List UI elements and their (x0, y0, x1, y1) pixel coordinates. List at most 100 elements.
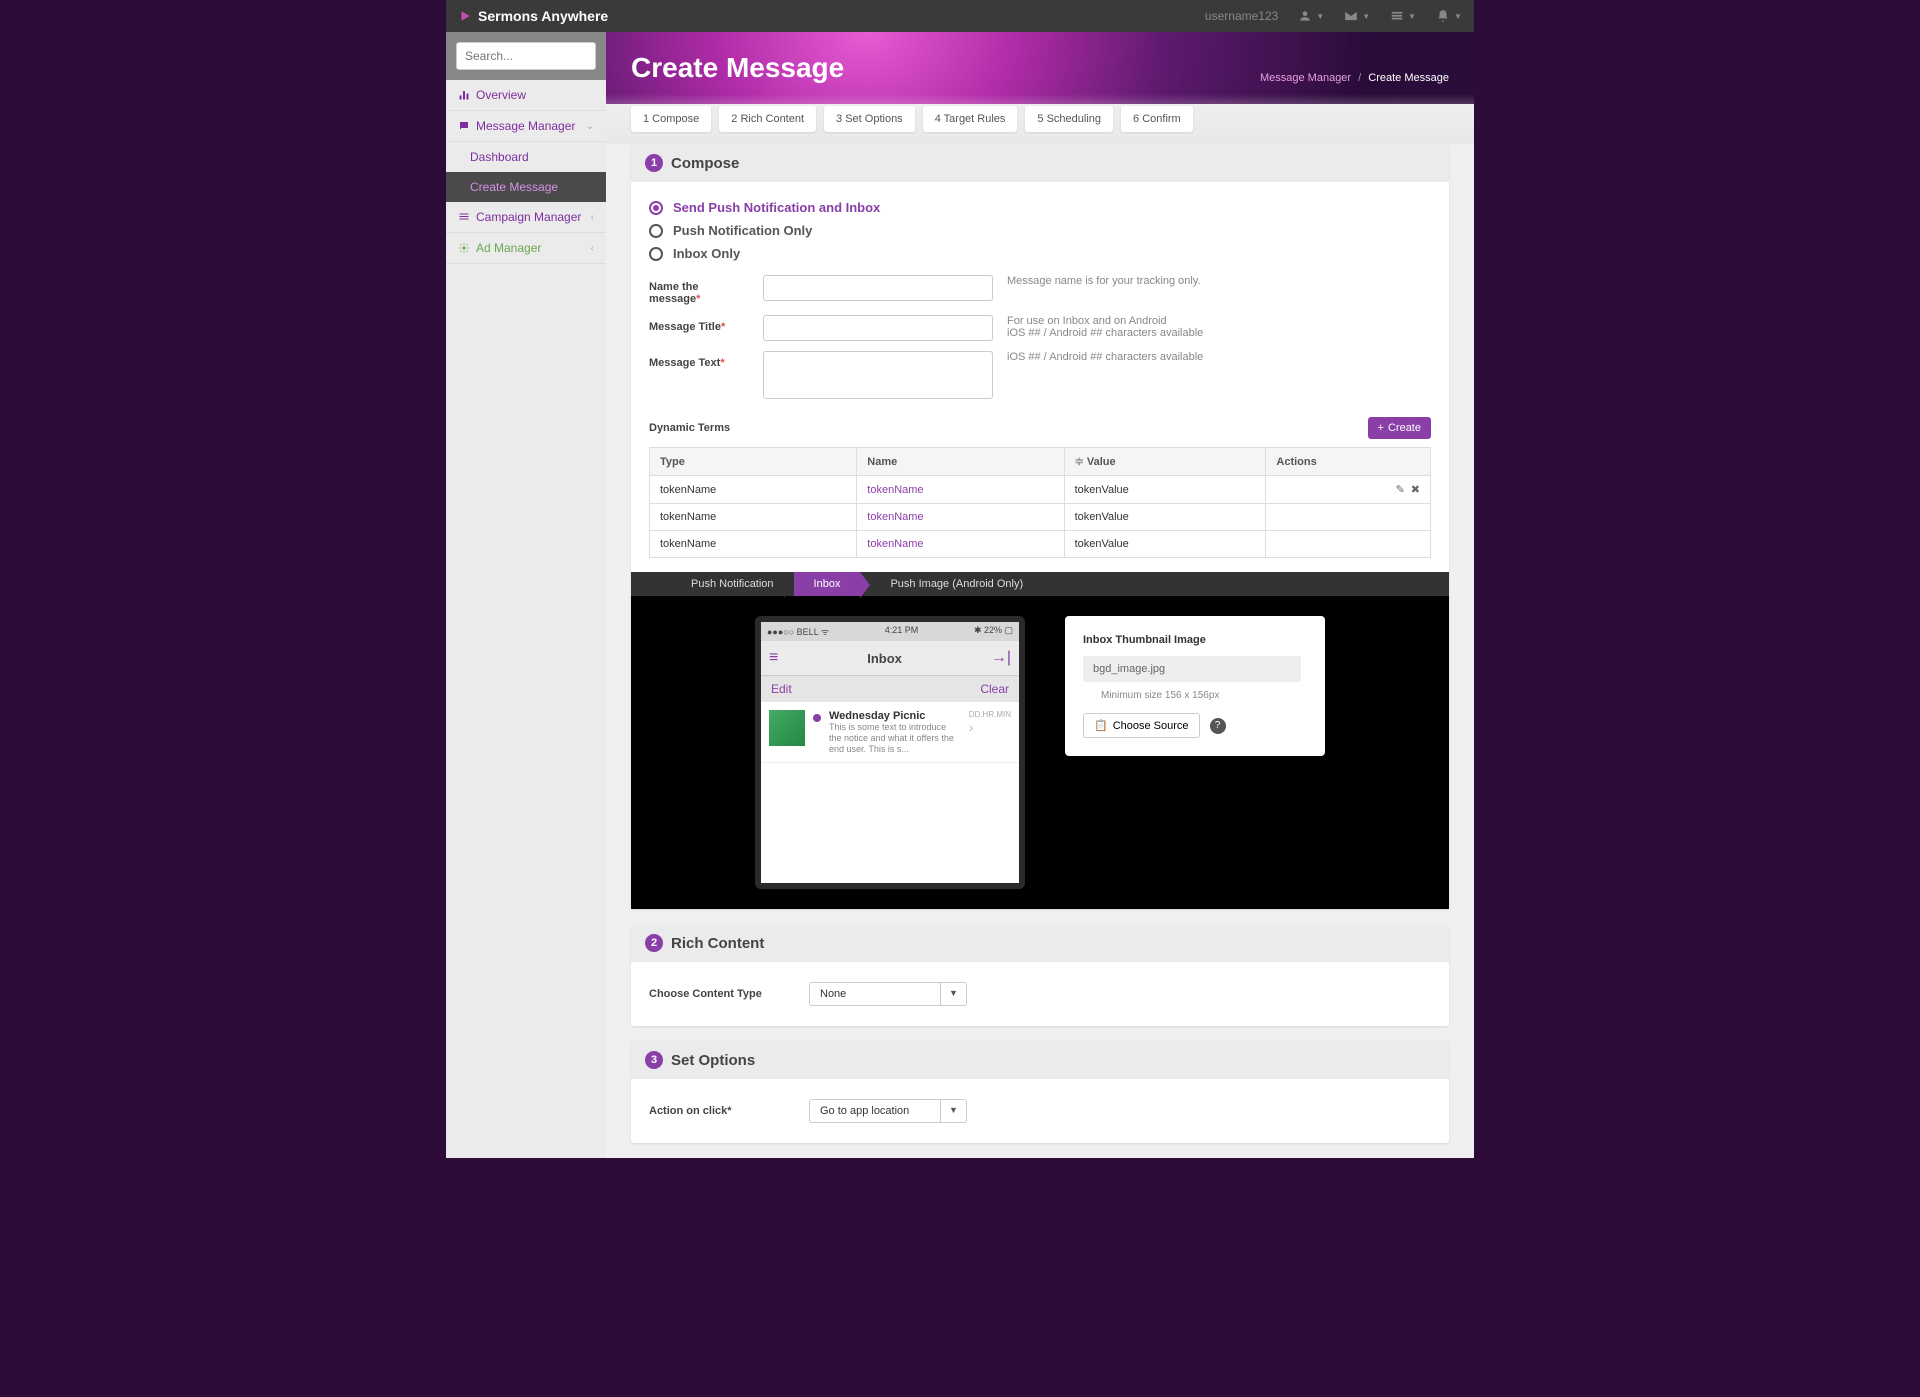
status-left: ●●●○○ BELL ᯤ (767, 625, 829, 638)
unread-dot-icon (813, 714, 821, 722)
message-text-input[interactable] (763, 351, 993, 399)
bell-menu[interactable]: ▼ (1436, 9, 1462, 23)
nav-campaign-manager-label: Campaign Manager (476, 210, 581, 224)
name-hint: Message name is for your tracking only. (1007, 275, 1431, 287)
message-title-input[interactable] (763, 315, 993, 341)
chat-icon (458, 120, 470, 132)
preview-body: ●●●○○ BELL ᯤ4:21 PM✱ 22% ▢ ≡Inbox→| Edit… (631, 596, 1449, 909)
steps: 1 Compose 2 Rich Content 3 Set Options 4… (606, 94, 1474, 144)
chevron-down-icon: ▼ (940, 983, 966, 1005)
step-compose[interactable]: 1 Compose (631, 106, 711, 132)
brand-text: Sermons Anywhere (478, 8, 608, 24)
nav-ad-manager-label: Ad Manager (476, 241, 541, 255)
brand: Sermons Anywhere (458, 8, 608, 24)
nav-create-message[interactable]: Create Message (446, 172, 606, 202)
action-click-value: Go to app location (810, 1100, 940, 1122)
choose-source-button[interactable]: 📋Choose Source (1083, 713, 1200, 738)
list-icon (1390, 9, 1404, 23)
radio-label: Inbox Only (673, 246, 740, 261)
nav-overview[interactable]: Overview (446, 80, 606, 111)
clear-link: Clear (980, 682, 1009, 696)
action-click-select[interactable]: Go to app location▼ (809, 1099, 967, 1123)
msg-thumbnail (769, 710, 805, 746)
dynamic-terms-title: Dynamic Terms (649, 422, 730, 434)
message-name-input[interactable] (763, 275, 993, 301)
step-rich-content[interactable]: 2 Rich Content (719, 106, 816, 132)
list-menu[interactable]: ▼ (1390, 9, 1416, 23)
radio-inbox-only[interactable]: Inbox Only (649, 242, 1431, 265)
mail-menu[interactable]: ▼ (1344, 9, 1370, 23)
step-target-rules[interactable]: 4 Target Rules (923, 106, 1018, 132)
username[interactable]: username123 (1205, 9, 1278, 23)
radio-push-only[interactable]: Push Notification Only (649, 219, 1431, 242)
nav-create-message-label: Create Message (470, 180, 558, 194)
edit-icon[interactable]: ✎ (1396, 483, 1405, 496)
title-label: Message Title (649, 321, 721, 333)
gear-icon (458, 242, 470, 254)
cell-type: tokenName (650, 531, 857, 558)
arrow-icon: →| (991, 649, 1011, 667)
step-scheduling[interactable]: 5 Scheduling (1025, 106, 1113, 132)
section-compose: 1 Compose Send Push Notification and Inb… (631, 144, 1449, 909)
clipboard-icon: 📋 (1094, 719, 1108, 732)
nav-message-manager[interactable]: Message Manager⌄ (446, 111, 606, 142)
content: Create Message Message Manager / Create … (606, 32, 1474, 1158)
help-icon[interactable]: ? (1210, 718, 1226, 734)
chevron-down-icon: ▼ (940, 1100, 966, 1122)
content-type-select[interactable]: None▼ (809, 982, 967, 1006)
msg-date: DD.HR.MIN (969, 710, 1011, 719)
name-label: Name the message (649, 281, 699, 305)
section-set-options: 3 Set Options Action on click* Go to app… (631, 1041, 1449, 1143)
thumb-min-size: Minimum size 156 x 156px (1101, 690, 1301, 701)
nav-campaign-manager[interactable]: Campaign Manager ‹ (446, 202, 606, 233)
col-value[interactable]: ≑ Value (1064, 448, 1266, 476)
delete-icon[interactable]: ✖ (1411, 483, 1420, 496)
msg-title: Wednesday Picnic (829, 710, 961, 722)
section-title: Set Options (671, 1052, 755, 1069)
user-menu[interactable]: ▼ (1298, 9, 1324, 23)
breadcrumb-current: Create Message (1368, 72, 1449, 84)
search-input[interactable] (457, 43, 596, 69)
text-label: Message Text (649, 357, 720, 369)
user-icon (1298, 9, 1312, 23)
create-button[interactable]: +Create (1368, 417, 1431, 439)
bell-icon (1436, 9, 1450, 23)
cell-name[interactable]: tokenName (857, 476, 1064, 504)
status-time: 4:21 PM (885, 625, 919, 638)
table-row: tokenNametokenNametokenValue (650, 504, 1431, 531)
section-number: 3 (645, 1051, 663, 1069)
chevron-left-icon: ‹ (591, 212, 594, 223)
breadcrumb-parent[interactable]: Message Manager (1260, 72, 1351, 84)
col-type[interactable]: Type (650, 448, 857, 476)
nav-dashboard[interactable]: Dashboard (446, 142, 606, 172)
msg-desc: This is some text to introduce the notic… (829, 722, 961, 754)
breadcrumb: Message Manager / Create Message (1260, 72, 1449, 84)
play-icon (458, 9, 472, 23)
tab-push-image[interactable]: Push Image (Android Only) (870, 572, 1043, 596)
cell-type: tokenName (650, 476, 857, 504)
chevron-right-icon: › (969, 719, 1011, 735)
cell-value: tokenValue (1064, 531, 1266, 558)
cell-type: tokenName (650, 504, 857, 531)
sidebar: Overview Message Manager⌄ Dashboard Crea… (446, 32, 606, 1158)
col-name[interactable]: Name (857, 448, 1064, 476)
section-rich-content: 2 Rich Content Choose Content Type None▼ (631, 924, 1449, 1026)
radio-label: Push Notification Only (673, 223, 812, 238)
col-actions: Actions (1266, 448, 1431, 476)
radio-push-and-inbox[interactable]: Send Push Notification and Inbox (649, 196, 1431, 219)
tab-push-notification[interactable]: Push Notification (671, 572, 794, 596)
topbar: Sermons Anywhere username123 ▼ ▼ ▼ ▼ (446, 0, 1474, 32)
create-button-label: Create (1388, 422, 1421, 434)
tab-inbox[interactable]: Inbox (794, 572, 861, 596)
section-title: Rich Content (671, 935, 764, 952)
nav-ad-manager[interactable]: Ad Manager‹ (446, 233, 606, 264)
step-set-options[interactable]: 3 Set Options (824, 106, 915, 132)
section-title: Compose (671, 155, 739, 172)
cell-name[interactable]: tokenName (857, 531, 1064, 558)
step-confirm[interactable]: 6 Confirm (1121, 106, 1193, 132)
thumb-filename[interactable]: bgd_image.jpg (1083, 656, 1301, 682)
radio-label: Send Push Notification and Inbox (673, 200, 880, 215)
cell-name[interactable]: tokenName (857, 504, 1064, 531)
content-type-label: Choose Content Type (649, 988, 779, 1000)
col-value-label: Value (1087, 456, 1116, 468)
